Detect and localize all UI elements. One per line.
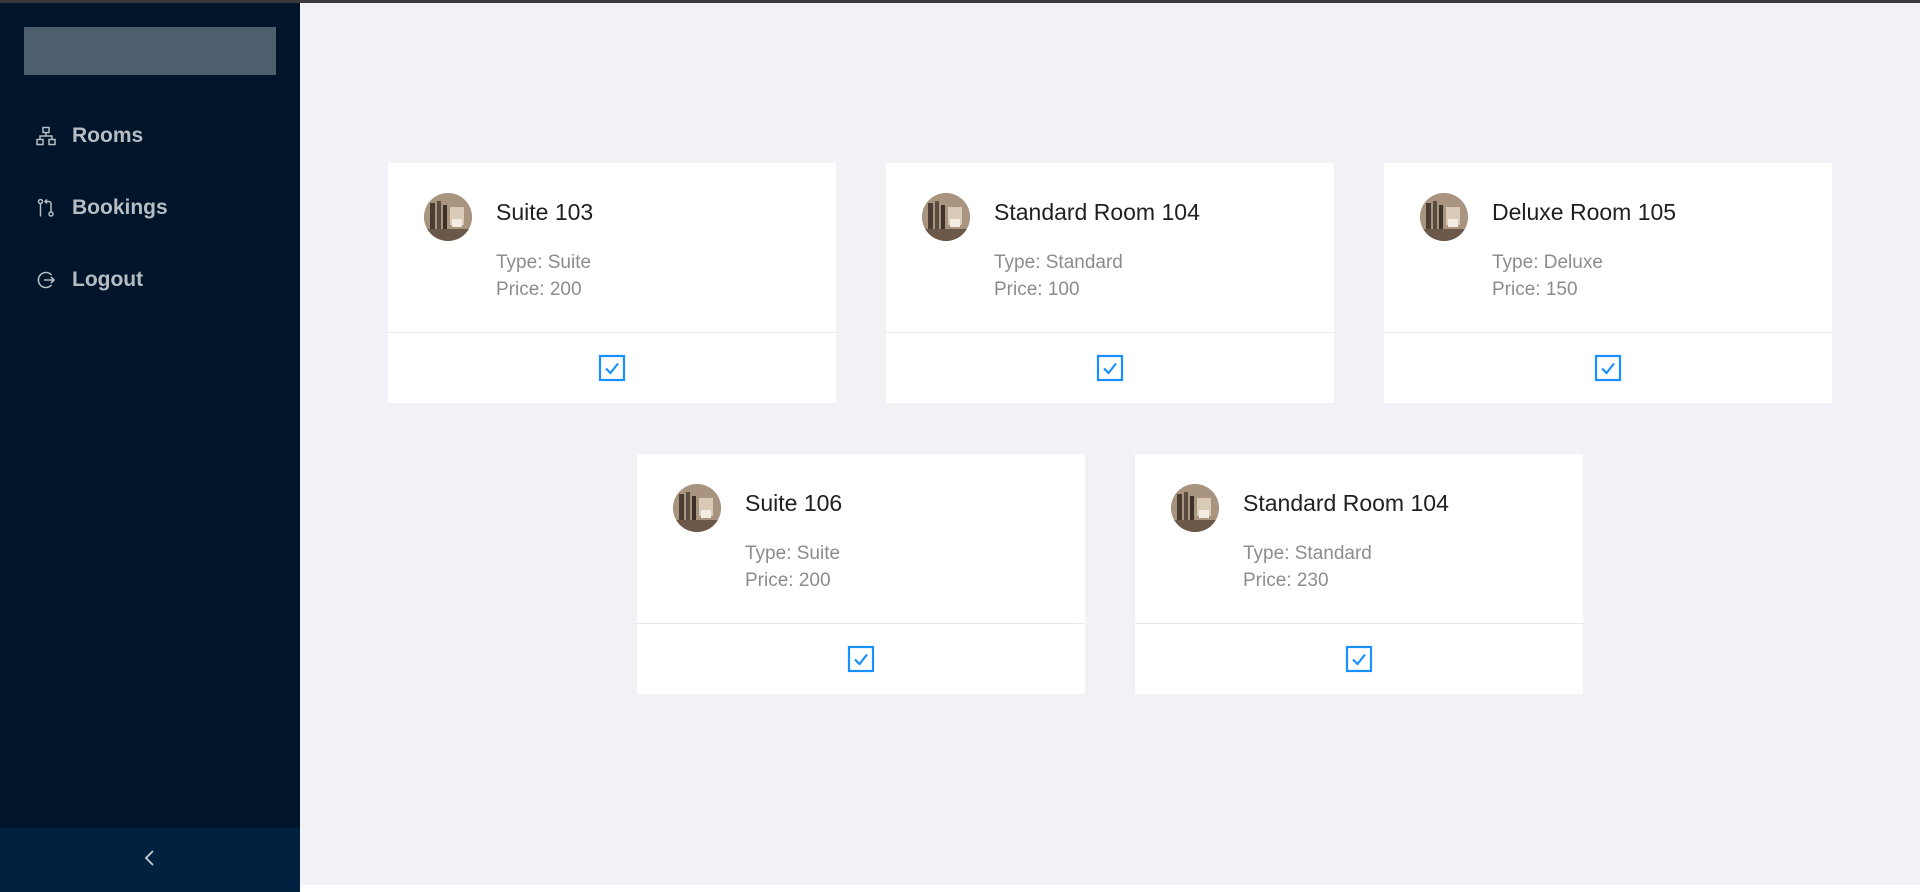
room-title: Standard Room 104 (994, 199, 1200, 225)
room-card-actions (1135, 624, 1583, 694)
room-price: Price: 100 (994, 279, 1080, 300)
sidebar: Rooms Bookings Logout (0, 0, 300, 892)
room-avatar (1171, 484, 1219, 532)
room-card: Suite 103 Type: Suite Price: 200 (388, 163, 836, 403)
check-square-icon[interactable] (1594, 354, 1622, 382)
sidebar-item-rooms[interactable]: Rooms (0, 100, 300, 172)
check-square-icon[interactable] (1345, 645, 1373, 673)
room-price: Price: 150 (1492, 279, 1578, 300)
room-card-actions (1384, 333, 1832, 403)
main-content: Suite 103 Type: Suite Price: 200 Standar… (300, 3, 1920, 885)
room-description: Type: Standard Price: 100 (994, 249, 1123, 303)
room-card-body: Deluxe Room 105 Type: Deluxe Price: 150 (1384, 163, 1832, 333)
room-avatar (673, 484, 721, 532)
logo-placeholder (24, 27, 276, 75)
room-price: Price: 230 (1243, 570, 1329, 591)
room-card-body: Standard Room 104 Type: Standard Price: … (1135, 454, 1583, 624)
room-description: Type: Standard Price: 230 (1243, 540, 1372, 594)
room-title: Suite 103 (496, 199, 594, 225)
check-square-icon[interactable] (598, 354, 626, 382)
room-type: Type: Standard (994, 252, 1123, 273)
room-avatar (922, 193, 970, 241)
room-title: Deluxe Room 105 (1492, 199, 1677, 225)
check-square-icon[interactable] (1096, 354, 1124, 382)
check-square-icon[interactable] (847, 645, 875, 673)
footer-strip (300, 885, 1920, 892)
room-price: Price: 200 (496, 279, 582, 300)
sidebar-item-label: Bookings (72, 196, 168, 219)
room-description: Type: Suite Price: 200 (745, 540, 840, 594)
room-avatar (1420, 193, 1468, 241)
sidebar-item-label: Rooms (72, 124, 144, 147)
room-card: Standard Room 104 Type: Standard Price: … (1135, 454, 1583, 694)
room-card-actions (637, 624, 1085, 694)
room-title: Standard Room 104 (1243, 490, 1449, 516)
sidebar-menu: Rooms Bookings Logout (0, 100, 300, 316)
room-type: Type: Suite (496, 252, 592, 273)
room-card: Standard Room 104 Type: Standard Price: … (886, 163, 1334, 403)
room-card: Suite 106 Type: Suite Price: 200 (637, 454, 1085, 694)
room-card-body: Standard Room 104 Type: Standard Price: … (886, 163, 1334, 333)
room-type: Type: Standard (1243, 543, 1372, 564)
logout-icon (34, 268, 58, 292)
chevron-left-icon (143, 849, 157, 872)
pull-request-icon (34, 196, 58, 220)
room-description: Type: Suite Price: 200 (496, 249, 591, 303)
room-title: Suite 106 (745, 490, 843, 516)
room-card-body: Suite 103 Type: Suite Price: 200 (388, 163, 836, 333)
window-top-border (0, 0, 1920, 3)
sidebar-item-bookings[interactable]: Bookings (0, 172, 300, 244)
cluster-icon (34, 124, 58, 148)
room-card-actions (388, 333, 836, 403)
room-price: Price: 200 (745, 570, 831, 591)
room-card-actions (886, 333, 1334, 403)
room-description: Type: Deluxe Price: 150 (1492, 249, 1603, 303)
room-avatar (424, 193, 472, 241)
room-type: Type: Suite (745, 543, 841, 564)
room-card-body: Suite 106 Type: Suite Price: 200 (637, 454, 1085, 624)
sidebar-item-logout[interactable]: Logout (0, 244, 300, 316)
room-card: Deluxe Room 105 Type: Deluxe Price: 150 (1384, 163, 1832, 403)
room-type: Type: Deluxe (1492, 252, 1603, 273)
sidebar-item-label: Logout (72, 268, 144, 291)
sidebar-collapse-button[interactable] (0, 828, 300, 892)
